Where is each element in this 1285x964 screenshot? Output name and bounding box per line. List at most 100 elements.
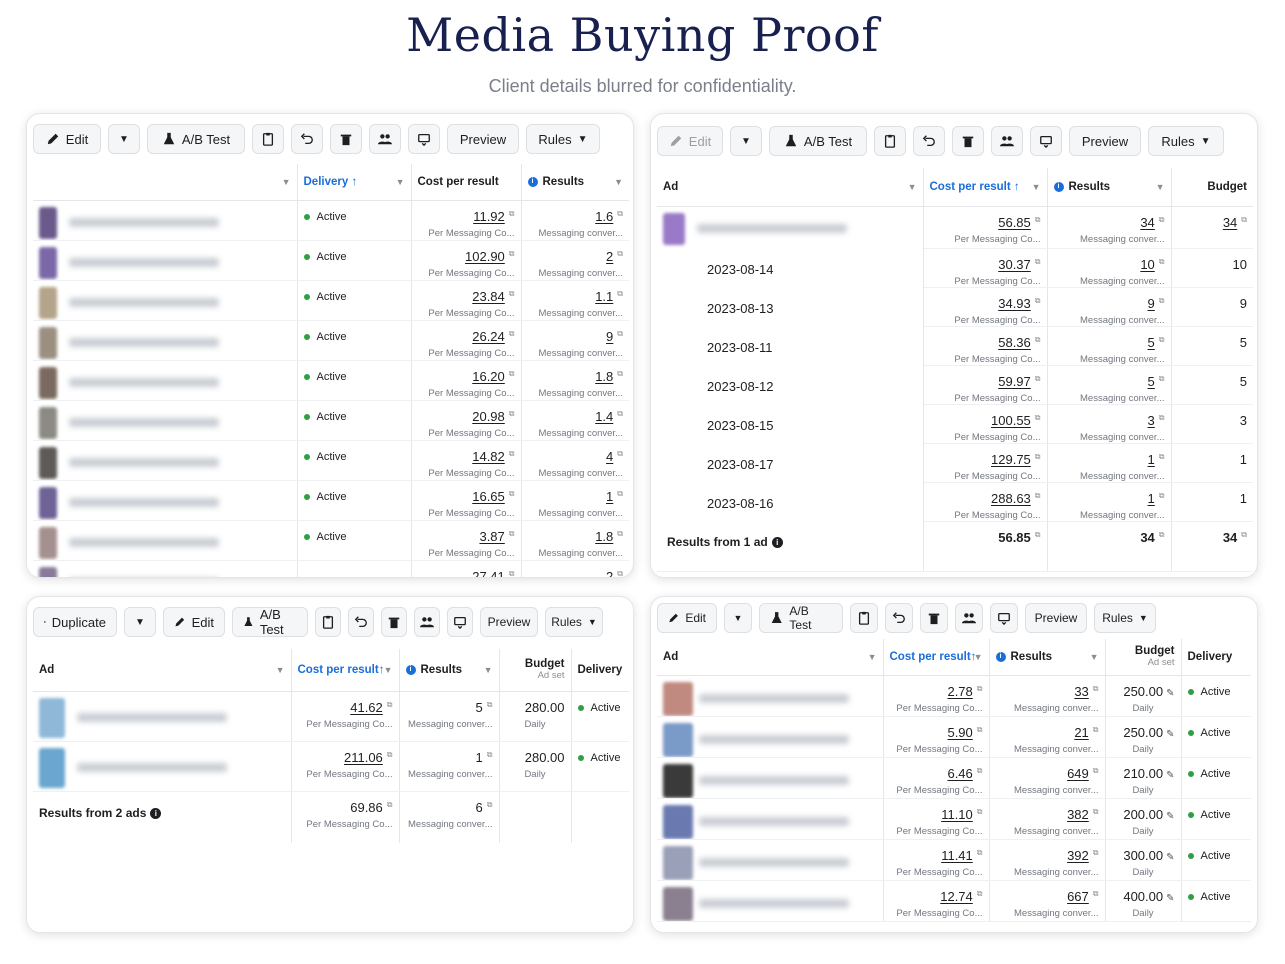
table-row[interactable]: Active 14.82 ⧉ Per Messaging Co... 4 ⧉ Mess… — [33, 440, 629, 481]
column-results[interactable]: i Results ▼ — [1047, 168, 1172, 207]
metric-value[interactable]: 667 — [1067, 889, 1089, 904]
undo-button[interactable] — [913, 126, 945, 156]
rules-button[interactable]: Rules ▼ — [1094, 603, 1156, 633]
pencil-icon[interactable]: ✎ — [1166, 852, 1174, 863]
table-row[interactable]: 12.74 ⧉ Per Messaging Co... 667 ⧉ Messaging… — [657, 880, 1251, 922]
edit-button[interactable]: Edit — [657, 603, 717, 633]
table-row[interactable]: 2.78 ⧉ Per Messaging Co... 33 ⧉ Messaging c… — [657, 675, 1251, 717]
metric-value[interactable]: 4 — [606, 449, 613, 464]
metric-value[interactable]: 20.98 — [472, 409, 505, 424]
budget-value[interactable]: 400.00 — [1123, 889, 1163, 904]
audience-button[interactable] — [955, 603, 983, 633]
rules-button[interactable]: Rules ▼ — [1148, 126, 1224, 156]
column-results[interactable]: i Results ▼ — [399, 649, 500, 692]
metric-value[interactable]: 34.93 — [998, 296, 1031, 311]
pencil-icon[interactable]: ✎ — [1166, 893, 1174, 904]
column-budget[interactable]: Budget Ad set — [499, 649, 572, 692]
blurred-ad-name[interactable] — [699, 735, 849, 744]
ad-thumbnail[interactable] — [39, 566, 57, 577]
preview-button[interactable]: Preview — [1069, 126, 1141, 156]
table-row[interactable]: Active 3.87 ⧉ Per Messaging Co... 1.8 ⧉ Mes… — [33, 520, 629, 561]
table-row[interactable]: 56.85 ⧉ Per Messaging Co... 34 ⧉ Messaging … — [657, 206, 1253, 249]
ad-thumbnail[interactable] — [39, 486, 57, 519]
column-cost-per-result[interactable]: Cost per result↑ ▼ — [883, 639, 990, 676]
ab-test-button[interactable]: A/B Test — [232, 607, 308, 637]
column-ad[interactable]: Ad ▼ — [657, 639, 884, 676]
ad-thumbnail[interactable] — [663, 804, 693, 838]
column-cost-per-result[interactable]: Cost per result↑ ▼ — [291, 649, 400, 692]
blurred-ad-name[interactable] — [69, 498, 219, 507]
column-budget[interactable]: Budget Ad set — [1105, 639, 1182, 676]
metric-value[interactable]: 288.63 — [991, 491, 1031, 506]
budget-value[interactable]: 280.00 — [525, 750, 565, 765]
metric-value[interactable]: 10 — [1140, 257, 1154, 272]
table-row[interactable]: 2023-08-12 59.97 ⧉ Per Messaging Co... 5 ⧉… — [657, 365, 1253, 405]
ad-thumbnail[interactable] — [39, 747, 65, 788]
column-delivery[interactable]: Delivery ↑ ▼ — [297, 164, 412, 201]
edit-button[interactable]: Edit — [33, 124, 101, 154]
column-delivery[interactable]: Delivery — [571, 649, 629, 692]
ad-thumbnail[interactable] — [39, 286, 57, 319]
metric-value[interactable]: 3.87 — [479, 529, 504, 544]
metric-value[interactable]: 649 — [1067, 766, 1089, 781]
metric-value[interactable]: 16.20 — [472, 369, 505, 384]
audience-button[interactable] — [414, 607, 440, 637]
undo-button[interactable] — [348, 607, 374, 637]
metric-value[interactable]: 16.65 — [472, 489, 505, 504]
blurred-ad-name[interactable] — [77, 713, 227, 722]
metric-value[interactable]: 12.74 — [940, 889, 973, 904]
column-results[interactable]: i Results ▼ — [521, 164, 629, 201]
blurred-ad-name[interactable] — [699, 858, 849, 867]
metric-value[interactable]: 100.55 — [991, 413, 1031, 428]
clipboard-button[interactable] — [850, 603, 878, 633]
metric-value[interactable]: 5 — [476, 700, 483, 715]
ad-thumbnail[interactable] — [39, 246, 57, 279]
swap-button[interactable] — [447, 607, 473, 637]
delete-button[interactable] — [920, 603, 948, 633]
metric-value[interactable]: 34 — [1140, 215, 1154, 230]
undo-button[interactable] — [885, 603, 913, 633]
metric-value[interactable]: 3 — [1148, 413, 1155, 428]
blurred-ad-name[interactable] — [69, 258, 219, 267]
metric-value[interactable]: 1 — [606, 489, 613, 504]
metric-value[interactable]: 59.97 — [998, 374, 1031, 389]
metric-value[interactable]: 30.37 — [998, 257, 1031, 272]
budget-value[interactable]: 200.00 — [1123, 807, 1163, 822]
table-row[interactable]: Active 23.84 ⧉ Per Messaging Co... 1.1 ⧉ Me… — [33, 280, 629, 321]
pencil-icon[interactable]: ✎ — [1166, 688, 1174, 699]
preview-button[interactable]: Preview — [480, 607, 538, 637]
metric-value[interactable]: 26.24 — [472, 329, 505, 344]
budget-value[interactable]: 34 — [1223, 215, 1237, 230]
clipboard-button[interactable] — [252, 124, 284, 154]
table-row[interactable]: 41.62 ⧉ Per Messaging Co... 5 ⧉ Messaging c… — [33, 691, 629, 742]
metric-value[interactable]: 1.8 — [595, 369, 613, 384]
clipboard-button[interactable] — [315, 607, 341, 637]
ad-thumbnail[interactable] — [39, 406, 57, 439]
metric-value[interactable]: 5.90 — [947, 725, 972, 740]
metric-value[interactable]: 1 — [1148, 452, 1155, 467]
blurred-ad-name[interactable] — [697, 224, 847, 233]
edit-dropdown-button[interactable]: ▼ — [724, 603, 752, 633]
table-row[interactable]: 2023-08-13 34.93 ⧉ Per Messaging Co... 9 ⧉… — [657, 287, 1253, 327]
column-results[interactable]: i Results ▼ — [989, 639, 1106, 676]
metric-value[interactable]: 392 — [1067, 848, 1089, 863]
preview-button[interactable]: Preview — [447, 124, 519, 154]
table-row[interactable]: 11.41 ⧉ Per Messaging Co... 392 ⧉ Messaging… — [657, 839, 1251, 881]
metric-value[interactable]: 1.4 — [595, 409, 613, 424]
metric-value[interactable]: 5 — [1148, 335, 1155, 350]
metric-value[interactable]: 11.92 — [473, 209, 505, 224]
table-row[interactable]: 2023-08-15 100.55 ⧉ Per Messaging Co... 3… — [657, 404, 1253, 444]
blurred-ad-name[interactable] — [69, 458, 219, 467]
table-row[interactable]: 211.06 ⧉ Per Messaging Co... 1 ⧉ Messaging … — [33, 741, 629, 792]
column-delivery[interactable]: Delivery — [1181, 639, 1251, 676]
ad-thumbnail[interactable] — [39, 206, 57, 239]
table-row[interactable]: Active 26.24 ⧉ Per Messaging Co... 9 ⧉ Mess… — [33, 320, 629, 361]
table-row[interactable]: Active 20.98 ⧉ Per Messaging Co... 1.4 ⧉ Me… — [33, 400, 629, 441]
blurred-ad-name[interactable] — [699, 899, 849, 908]
table-row[interactable]: 6.46 ⧉ Per Messaging Co... 649 ⧉ Messaging … — [657, 757, 1251, 799]
ad-thumbnail[interactable] — [39, 446, 57, 479]
metric-value[interactable]: 9 — [606, 329, 613, 344]
ad-thumbnail[interactable] — [39, 697, 65, 738]
table-row[interactable]: 27.41 ⧉ 2 ⧉ — [33, 560, 629, 577]
edit-dropdown-button[interactable]: ▼ — [730, 126, 762, 156]
